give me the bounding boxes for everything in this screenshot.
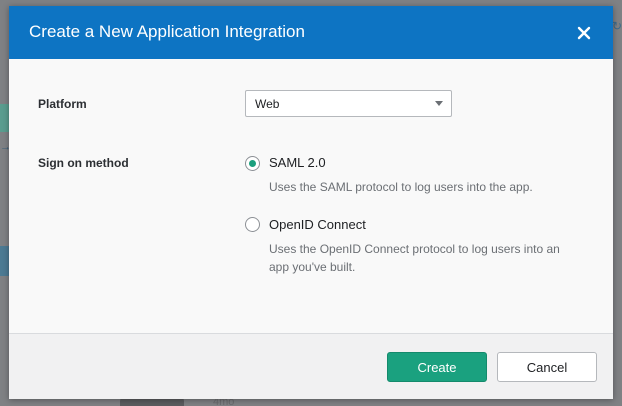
openid-connect-radio[interactable]: [245, 217, 260, 232]
close-button[interactable]: [573, 22, 595, 44]
refresh-icon: ↻: [611, 19, 622, 33]
saml-radio[interactable]: [245, 156, 260, 171]
caret-down-icon: [435, 101, 443, 106]
platform-select[interactable]: Web: [245, 90, 452, 117]
sign-on-method-label: Sign on method: [38, 156, 129, 170]
background-nav-item: [0, 246, 9, 276]
openid-connect-description: Uses the OpenID Connect protocol to log …: [269, 242, 560, 274]
close-icon: [577, 26, 591, 40]
create-button[interactable]: Create: [387, 352, 487, 382]
openid-connect-radio-label[interactable]: OpenID Connect: [269, 217, 366, 232]
create-integration-modal: Create a New Application Integration Pla…: [9, 6, 613, 399]
modal-header: Create a New Application Integration: [9, 6, 613, 59]
platform-select-value: Web: [255, 97, 280, 111]
platform-label: Platform: [38, 97, 87, 111]
modal-footer: Create Cancel: [9, 334, 613, 399]
modal-title: Create a New Application Integration: [29, 22, 305, 41]
saml-description: Uses the SAML protocol to log users into…: [269, 180, 533, 194]
background-nav-item: [0, 104, 9, 132]
cancel-button[interactable]: Cancel: [497, 352, 597, 382]
saml-radio-label[interactable]: SAML 2.0: [269, 155, 326, 170]
